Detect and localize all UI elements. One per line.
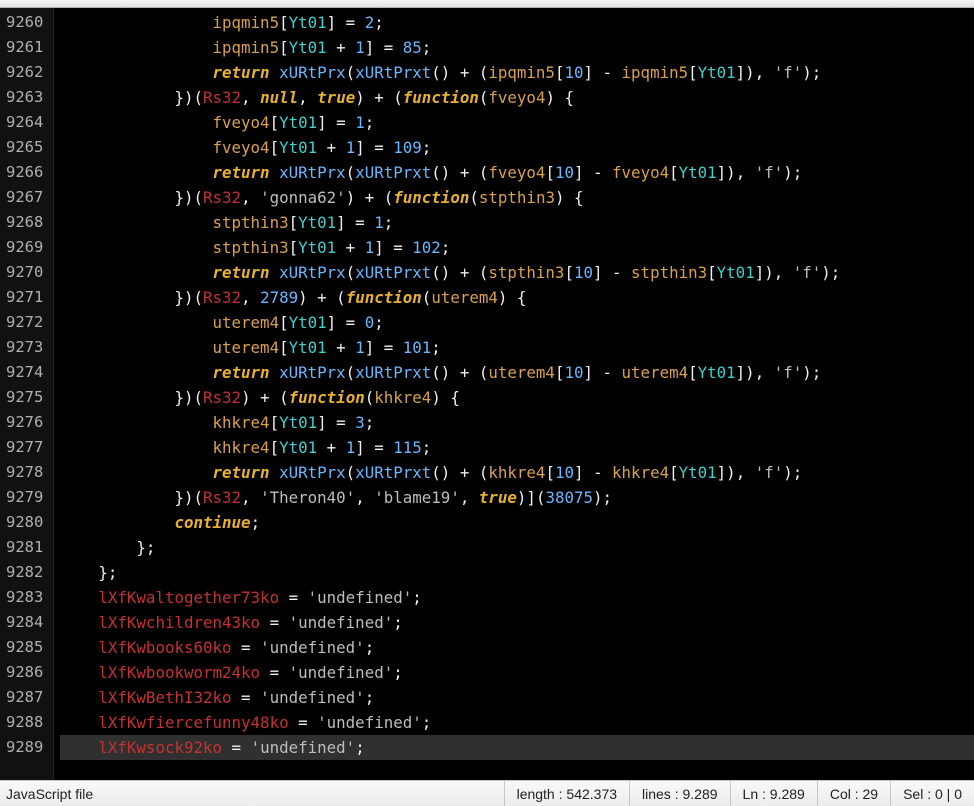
code-line[interactable]: stpthin3[Yt01] = 1;	[60, 210, 974, 235]
code-line[interactable]: stpthin3[Yt01 + 1] = 102;	[60, 235, 974, 260]
status-sel: Sel : 0 | 0	[890, 781, 974, 806]
toolbar	[0, 0, 974, 8]
code-line[interactable]: lXfKwaltogether73ko = 'undefined';	[60, 585, 974, 610]
status-filetype: JavaScript file	[0, 781, 504, 806]
status-lines: lines : 9.289	[629, 781, 730, 806]
code-area[interactable]: ipqmin5[Yt01] = 2; ipqmin5[Yt01 + 1] = 8…	[54, 8, 974, 780]
code-line[interactable]: })(Rs32, 2789) + (function(uterem4) {	[60, 285, 974, 310]
status-col: Col : 29	[817, 781, 890, 806]
code-line[interactable]: return xURtPrx(xURtPrxt() + (stpthin3[10…	[60, 260, 974, 285]
code-line[interactable]: return xURtPrx(xURtPrxt() + (ipqmin5[10]…	[60, 60, 974, 85]
code-line[interactable]: })(Rs32, 'gonna62') + (function(stpthin3…	[60, 185, 974, 210]
code-line[interactable]: };	[60, 535, 974, 560]
code-line[interactable]: khkre4[Yt01 + 1] = 115;	[60, 435, 974, 460]
line-number-gutter: 9260 9261 9262 9263 9264 9265 9266 9267 …	[0, 8, 54, 780]
code-line[interactable]: ipqmin5[Yt01 + 1] = 85;	[60, 35, 974, 60]
code-line[interactable]: return xURtPrx(xURtPrxt() + (khkre4[10] …	[60, 460, 974, 485]
code-line[interactable]: fveyo4[Yt01] = 1;	[60, 110, 974, 135]
status-ln: Ln : 9.289	[730, 781, 817, 806]
code-line[interactable]: })(Rs32) + (function(khkre4) {	[60, 385, 974, 410]
code-line[interactable]: return xURtPrx(xURtPrxt() + (uterem4[10]…	[60, 360, 974, 385]
code-line[interactable]: uterem4[Yt01 + 1] = 101;	[60, 335, 974, 360]
code-line[interactable]: ipqmin5[Yt01] = 2;	[60, 10, 974, 35]
status-bar: JavaScript file length : 542.373 lines :…	[0, 780, 974, 806]
code-line[interactable]: lXfKwfiercefunny48ko = 'undefined';	[60, 710, 974, 735]
code-line[interactable]: khkre4[Yt01] = 3;	[60, 410, 974, 435]
code-line[interactable]: })(Rs32, 'Theron40', 'blame19', true)](3…	[60, 485, 974, 510]
code-line[interactable]: return xURtPrx(xURtPrxt() + (fveyo4[10] …	[60, 160, 974, 185]
code-editor[interactable]: 9260 9261 9262 9263 9264 9265 9266 9267 …	[0, 8, 974, 780]
code-line[interactable]: continue;	[60, 510, 974, 535]
code-line[interactable]: uterem4[Yt01] = 0;	[60, 310, 974, 335]
code-line[interactable]: };	[60, 560, 974, 585]
code-line[interactable]: lXfKwbooks60ko = 'undefined';	[60, 635, 974, 660]
code-line[interactable]: lXfKwbookworm24ko = 'undefined';	[60, 660, 974, 685]
code-line[interactable]: lXfKwBethI32ko = 'undefined';	[60, 685, 974, 710]
code-line[interactable]: lXfKwchildren43ko = 'undefined';	[60, 610, 974, 635]
code-line[interactable]: fveyo4[Yt01 + 1] = 109;	[60, 135, 974, 160]
status-length: length : 542.373	[504, 781, 629, 806]
code-line[interactable]: lXfKwsock92ko = 'undefined';	[60, 735, 974, 760]
code-line[interactable]: })(Rs32, null, true) + (function(fveyo4)…	[60, 85, 974, 110]
